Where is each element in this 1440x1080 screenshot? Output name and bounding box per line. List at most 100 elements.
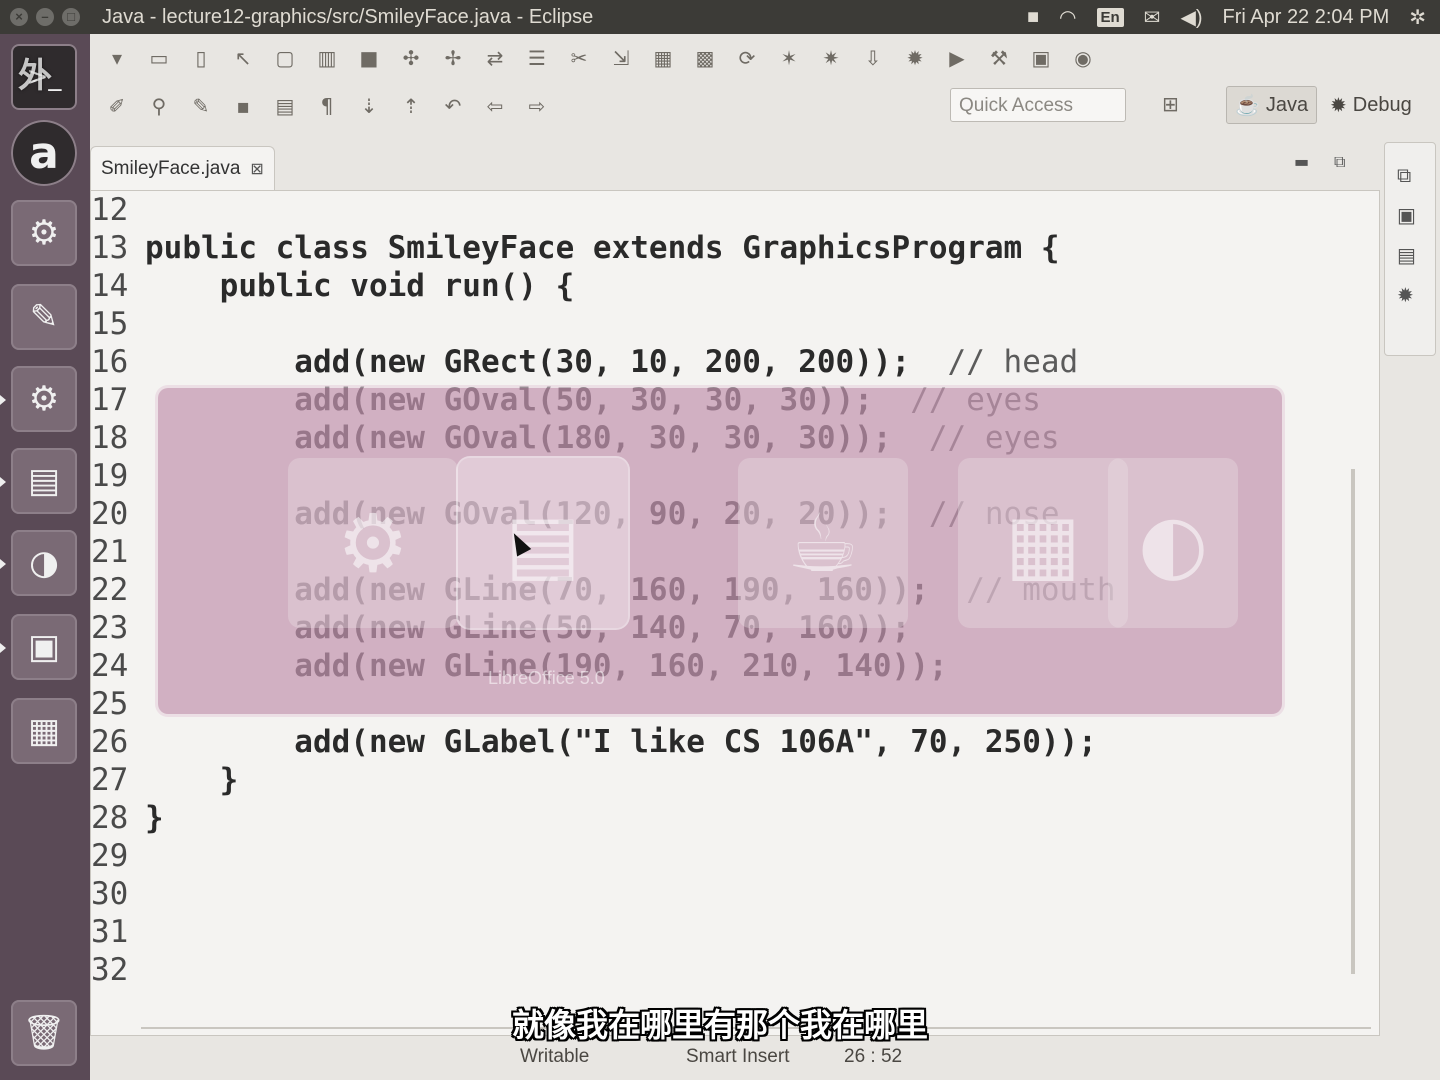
line-number: 13 — [91, 230, 129, 266]
run-man-icon[interactable]: ✶ — [774, 43, 804, 73]
line-number: 18 — [91, 420, 129, 456]
mail-icon[interactable]: ✉ — [1144, 5, 1161, 30]
running-indicator — [0, 395, 6, 405]
grid-icon[interactable]: ▩ — [690, 43, 720, 73]
annotation-icon[interactable]: ✐ — [102, 91, 132, 121]
launcher-ide[interactable]: ⚙ — [0, 366, 77, 432]
open-perspective-icon[interactable]: ⊞ — [1162, 92, 1179, 116]
volume-icon[interactable]: ◀) — [1180, 5, 1202, 30]
network-icon[interactable]: ✣ — [396, 43, 426, 73]
keyboard-layout-indicator[interactable]: En — [1096, 7, 1124, 27]
watermark-logo: 外 — [18, 56, 52, 96]
launcher-tools[interactable]: ✎ — [11, 284, 77, 350]
tab-close-icon[interactable]: ⊠ — [250, 159, 263, 179]
new-class-icon[interactable]: ◉ — [1068, 43, 1098, 73]
pointer-icon[interactable]: ↖ — [228, 43, 258, 73]
quick-access-input[interactable]: Quick Access — [950, 88, 1126, 122]
new-icon[interactable]: ▾ — [102, 43, 132, 73]
line-number: 27 — [91, 762, 129, 798]
minimize-editor-icon[interactable]: ▬ — [1294, 152, 1309, 171]
code-line[interactable]: 31 — [91, 913, 1116, 951]
launcher-system-settings[interactable]: ⚙ — [11, 200, 77, 266]
table-icon[interactable]: ▦ — [648, 43, 678, 73]
new-package-icon[interactable]: ▣ — [1026, 43, 1056, 73]
code-line[interactable]: 28} — [91, 799, 1116, 837]
launcher-workspaces[interactable]: ▦ — [11, 698, 77, 764]
code-line[interactable]: 15 — [91, 305, 1116, 343]
print-icon[interactable]: ▯ — [186, 43, 216, 73]
last-edit-icon[interactable]: ↶ — [438, 91, 468, 121]
copy-icon[interactable]: ▢ — [270, 43, 300, 73]
video-subtitle: 就像我在哪里有那个我在哪里 — [511, 1006, 928, 1044]
code-line[interactable]: 13 public class SmileyFace extends Graphi… — [91, 229, 1116, 267]
code-line[interactable]: 16 add(new GRect(30, 10, 200, 200)); // … — [91, 343, 1116, 381]
line-number: 25 — [91, 686, 129, 722]
minimize-window-button[interactable]: – — [36, 8, 54, 26]
run-button-icon[interactable]: ▶ — [942, 43, 972, 73]
switcher-item-impress[interactable]: ▦ — [958, 458, 1128, 628]
status-writable: Writable — [520, 1046, 590, 1067]
tab-smileyface-java[interactable]: SmileyFace.java ⊠ — [90, 146, 275, 191]
export-icon[interactable]: ⇩ — [858, 43, 888, 73]
sync-icon[interactable]: ⟳ — [732, 43, 762, 73]
code-line[interactable]: 29 — [91, 837, 1116, 875]
save-icon[interactable]: ▭ — [144, 43, 174, 73]
close-window-button[interactable]: × — [10, 8, 28, 26]
code-text: add(new GLabel("I like CS 106A", 70, 250… — [145, 724, 1097, 760]
code-line[interactable]: 26 add(new GLabel("I like CS 106A", 70, … — [91, 723, 1116, 761]
launcher-remote-desktop[interactable]: ▣ — [0, 614, 77, 680]
code-line[interactable]: 12 — [91, 191, 1116, 229]
highlight-icon[interactable]: ✎ — [186, 91, 216, 121]
prev-annotation-icon[interactable]: ⇡ — [396, 91, 426, 121]
line-number: 17 — [91, 382, 129, 418]
pin-icon[interactable]: ⚲ — [144, 91, 174, 121]
launcher-eclipse[interactable]: ◑ — [0, 530, 77, 596]
settings-gear-icon[interactable]: ✲ — [1409, 5, 1426, 30]
running-indicator — [0, 643, 6, 653]
columns-icon[interactable]: ▥ — [312, 43, 342, 73]
clock[interactable]: Fri Apr 22 2:04 PM — [1222, 6, 1389, 29]
wifi-icon[interactable]: ◠ — [1059, 5, 1076, 30]
next-annotation-icon[interactable]: ⇣ — [354, 91, 384, 121]
perspective-debug-button[interactable]: ✹ Debug — [1322, 86, 1420, 124]
code-line[interactable]: 27 } — [91, 761, 1116, 799]
external-tools-icon[interactable]: ⚒ — [984, 43, 1014, 73]
switcher-item-libreoffice[interactable]: ▤ — [458, 458, 628, 628]
ide-icon: ⚙ — [337, 496, 409, 590]
code-line[interactable]: 30 — [91, 875, 1116, 913]
list-icon[interactable]: ☰ — [522, 43, 552, 73]
code-line[interactable]: 14 public void run() { — [91, 267, 1116, 305]
outline-view-icon[interactable]: ▣ — [1397, 203, 1416, 227]
back-icon[interactable]: ⇦ — [480, 91, 510, 121]
launcher-impress[interactable]: ▤ — [0, 448, 77, 514]
show-whitespace-icon[interactable]: ¶ — [312, 91, 342, 121]
code-text: } — [145, 800, 164, 836]
switcher-item-java[interactable]: ☕ — [738, 458, 908, 628]
debug-bug-icon[interactable]: ✹ — [900, 43, 930, 73]
import-icon[interactable]: ⇲ — [606, 43, 636, 73]
maximize-window-button[interactable]: □ — [62, 8, 80, 26]
launcher-software-center[interactable]: a — [11, 120, 77, 186]
java-cup-icon: ☕ — [787, 496, 859, 590]
maximize-editor-icon[interactable]: ⧉ — [1334, 152, 1345, 172]
code-text: add(new GRect(30, 10, 200, 200)); — [145, 344, 948, 380]
run-fast-icon[interactable]: ✷ — [816, 43, 846, 73]
forward-icon[interactable]: ⇨ — [522, 91, 552, 121]
stop-icon[interactable]: ■ — [354, 43, 384, 73]
refactor-icon[interactable]: ✂ — [564, 43, 594, 73]
code-line[interactable]: 32 — [91, 951, 1116, 989]
block-selection-icon[interactable]: ▤ — [270, 91, 300, 121]
perspective-java-button[interactable]: ☕ Java — [1226, 86, 1318, 124]
debug-view-icon[interactable]: ✹ — [1397, 283, 1414, 307]
vertical-scrollbar[interactable] — [1351, 469, 1355, 974]
system-tray: ■ ◠ En ✉ ◀) Fri Apr 22 2:04 PM ✲ — [1027, 5, 1426, 30]
translate-icon[interactable]: ✢ — [438, 43, 468, 73]
compare-icon[interactable]: ⇄ — [480, 43, 510, 73]
switcher-item-other[interactable]: ◐ — [1108, 458, 1238, 628]
switcher-item-ide[interactable]: ⚙ — [288, 458, 458, 628]
toggle-mark-icon[interactable]: ▪ — [228, 91, 258, 121]
a-logo-icon: a — [29, 127, 59, 179]
camera-icon[interactable]: ■ — [1027, 6, 1039, 29]
task-list-icon[interactable]: ▤ — [1397, 243, 1416, 267]
restore-view-icon[interactable]: ⧉ — [1397, 163, 1411, 187]
